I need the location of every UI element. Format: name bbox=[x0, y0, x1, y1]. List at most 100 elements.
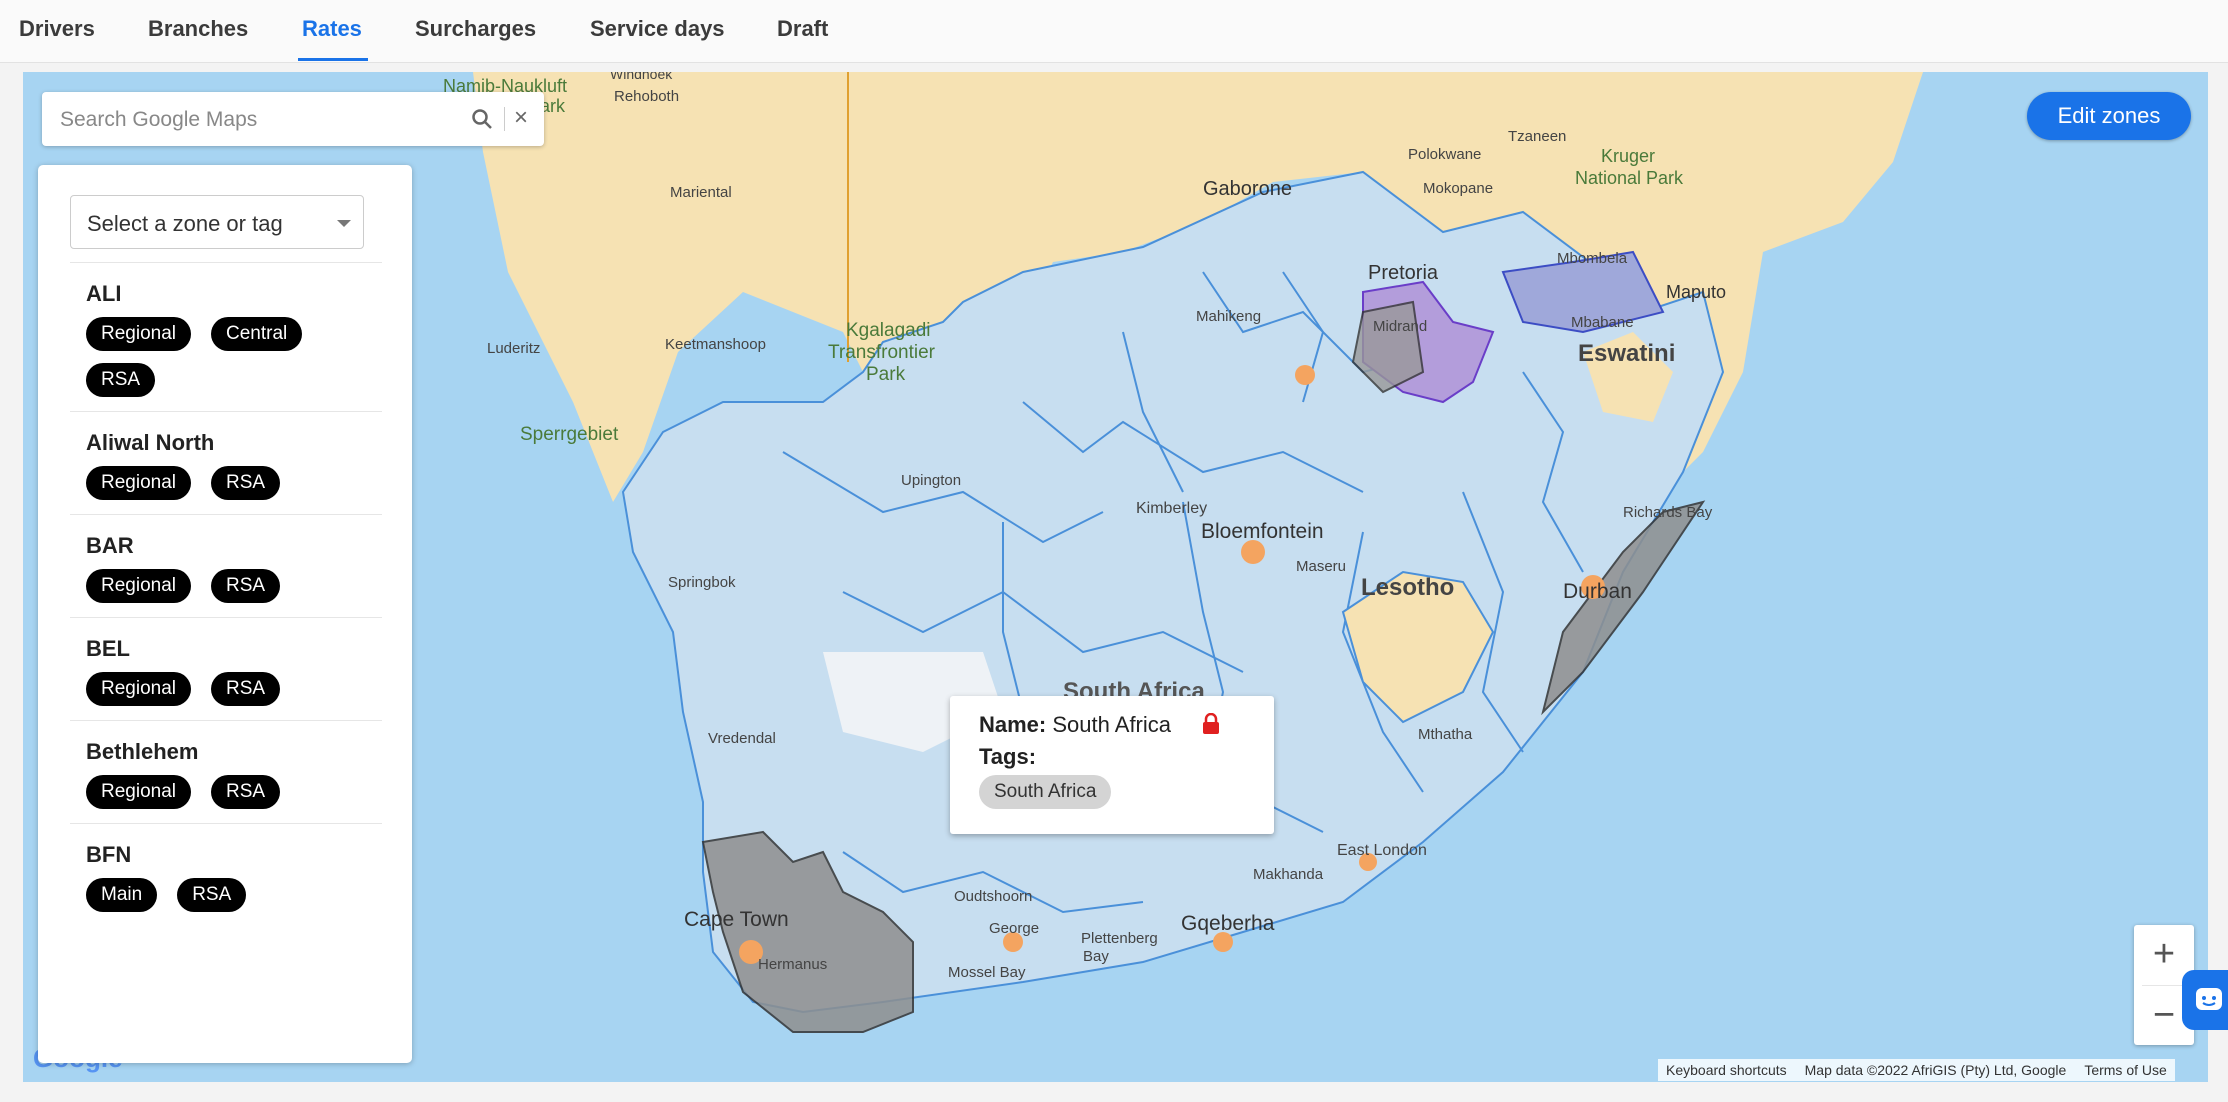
map-label: Oudtshoorn bbox=[954, 888, 1033, 905]
map-label: Mariental bbox=[670, 184, 732, 201]
close-icon[interactable]: × bbox=[514, 104, 528, 132]
map-label: George bbox=[989, 920, 1040, 937]
map-label: Kruger bbox=[1601, 146, 1656, 166]
popup-tag: South Africa bbox=[979, 775, 1112, 809]
map-label: Bay bbox=[1083, 948, 1109, 965]
map-label: Park bbox=[866, 364, 906, 385]
map-label: Kimberley bbox=[1136, 500, 1208, 517]
map-label: Plettenberg bbox=[1081, 930, 1158, 947]
map-label: Sperrgebiet bbox=[520, 424, 619, 445]
zone-tag: RSA bbox=[211, 569, 281, 603]
map-label: Upington bbox=[901, 472, 962, 489]
tab-rates[interactable]: Rates bbox=[302, 16, 362, 42]
map-label: National Park bbox=[1575, 168, 1684, 188]
zone-tag: Regional bbox=[86, 317, 191, 351]
map-label: Bloemfontein bbox=[1201, 520, 1324, 543]
map-label: Polokwane bbox=[1408, 146, 1482, 163]
map-label: Mossel Bay bbox=[948, 964, 1026, 981]
chevron-down-icon bbox=[337, 220, 351, 227]
zone-name: ALI bbox=[86, 281, 122, 306]
zone-item-aliwal-north[interactable]: Aliwal North Regional RSA bbox=[70, 411, 382, 514]
map-label: Hermanus bbox=[758, 956, 828, 973]
map-label: Durban bbox=[1563, 580, 1632, 603]
terms-of-use-link[interactable]: Terms of Use bbox=[2084, 1059, 2166, 1081]
search-divider bbox=[504, 107, 505, 131]
map-label: Maseru bbox=[1296, 558, 1347, 575]
zone-tag: RSA bbox=[86, 363, 156, 397]
zone-tag: Regional bbox=[86, 775, 191, 809]
zone-item-ali[interactable]: ALI Regional Central RSA bbox=[70, 262, 382, 411]
zone-tag: RSA bbox=[177, 878, 247, 912]
map-label: Vredendal bbox=[708, 730, 776, 747]
zone-tag: RSA bbox=[211, 672, 281, 706]
map-label: Lesotho bbox=[1361, 574, 1455, 601]
zone-tag: Central bbox=[211, 317, 303, 351]
active-tab-indicator bbox=[298, 58, 368, 61]
map-label: Gaborone bbox=[1203, 178, 1292, 200]
map-label: Mbabane bbox=[1571, 314, 1634, 331]
map-label: Kgalagadi bbox=[846, 320, 931, 341]
zone-list: ALI Regional Central RSA Aliwal North Re… bbox=[70, 262, 382, 926]
search-input[interactable] bbox=[58, 92, 462, 148]
map-label: Richards Bay bbox=[1623, 504, 1713, 521]
zone-name: Bethlehem bbox=[86, 739, 199, 764]
map-label: East London bbox=[1337, 842, 1427, 859]
map-label: Gqeberha bbox=[1181, 912, 1275, 935]
map-label: Mbombela bbox=[1557, 250, 1628, 267]
chat-widget-button[interactable] bbox=[2182, 970, 2228, 1030]
map-attribution: Keyboard shortcuts Map data ©2022 AfriGI… bbox=[1658, 1059, 2175, 1081]
map-label: Mthatha bbox=[1418, 726, 1473, 743]
zone-item-bfn[interactable]: BFN Main RSA bbox=[70, 823, 382, 926]
map-label: Rehoboth bbox=[614, 88, 680, 105]
map-search-box: × bbox=[42, 92, 544, 148]
zone-item-bel[interactable]: BEL Regional RSA bbox=[70, 617, 382, 720]
zone-item-bethlehem[interactable]: Bethlehem Regional RSA bbox=[70, 720, 382, 823]
map-label: Cape Town bbox=[684, 908, 789, 931]
tab-drivers[interactable]: Drivers bbox=[19, 16, 95, 42]
zone-name: BEL bbox=[86, 636, 130, 661]
map-label: Eswatini bbox=[1578, 340, 1676, 367]
map-label: Keetmanshoop bbox=[665, 336, 766, 353]
map-label: Midrand bbox=[1373, 318, 1428, 335]
zone-name: BAR bbox=[86, 533, 134, 558]
map-label: Tzaneen bbox=[1508, 128, 1567, 145]
zone-panel: Select a zone or tag ALI Regional Centra… bbox=[38, 165, 412, 1063]
zone-tag: Regional bbox=[86, 569, 191, 603]
popup-tags-label: Tags: bbox=[979, 744, 1037, 769]
popup-name-value: South Africa bbox=[1052, 712, 1172, 737]
zone-tag: Main bbox=[86, 878, 158, 912]
chat-icon bbox=[2196, 988, 2222, 1010]
select-placeholder: Select a zone or tag bbox=[87, 211, 283, 236]
zone-item-bar[interactable]: BAR Regional RSA bbox=[70, 514, 382, 617]
tab-surcharges[interactable]: Surcharges bbox=[415, 16, 536, 42]
map-label: Makhanda bbox=[1253, 866, 1324, 883]
zone-info-popup: Name: South Africa Tags: South Africa bbox=[950, 696, 1274, 834]
search-icon[interactable] bbox=[470, 107, 494, 131]
popup-name-row: Name: South Africa bbox=[979, 712, 1171, 738]
map-label: Springbok bbox=[668, 574, 736, 591]
map-label: Transfrontier bbox=[828, 342, 935, 363]
tab-draft[interactable]: Draft bbox=[777, 16, 828, 42]
popup-name-label: Name: bbox=[979, 712, 1047, 737]
map-label: Maputo bbox=[1666, 282, 1727, 302]
zone-tag: Regional bbox=[86, 466, 191, 500]
zone-name: BFN bbox=[86, 842, 132, 867]
map-label: Luderitz bbox=[487, 340, 541, 357]
map-label: Windhoek bbox=[610, 72, 673, 82]
tab-service-days[interactable]: Service days bbox=[590, 16, 725, 42]
zone-tag: RSA bbox=[211, 466, 281, 500]
midrand-marker-zone bbox=[1295, 365, 1315, 385]
zone-tag: RSA bbox=[211, 775, 281, 809]
map-label: Mokopane bbox=[1423, 180, 1494, 197]
map-label: Pretoria bbox=[1368, 262, 1439, 284]
map-label: Mahikeng bbox=[1196, 308, 1262, 325]
zone-tag: Regional bbox=[86, 672, 191, 706]
tab-branches[interactable]: Branches bbox=[148, 16, 248, 42]
keyboard-shortcuts-link[interactable]: Keyboard shortcuts bbox=[1666, 1059, 1787, 1081]
tab-bar: Drivers Branches Rates Surcharges Servic… bbox=[0, 0, 2228, 63]
zone-name: Aliwal North bbox=[86, 430, 215, 455]
map-data-credit: Map data ©2022 AfriGIS (Pty) Ltd, Google bbox=[1804, 1062, 2067, 1078]
zone-tag-select[interactable]: Select a zone or tag bbox=[70, 195, 364, 249]
edit-zones-button[interactable]: Edit zones bbox=[2027, 92, 2191, 140]
lock-icon[interactable] bbox=[1202, 713, 1220, 735]
